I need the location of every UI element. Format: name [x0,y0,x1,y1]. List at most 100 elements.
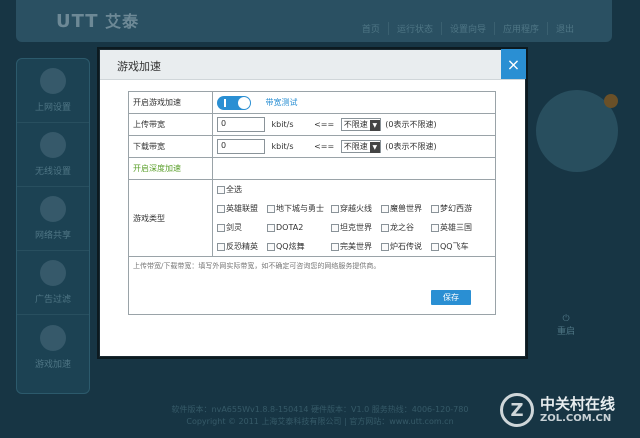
sidebar-item-share[interactable]: 网络共享 [17,187,89,251]
watermark: Z 中关村在线 ZOL.COM.CN [500,388,636,432]
game-label: 坦克世界 [340,223,372,232]
download-unit: kbit/s [271,142,294,151]
game-label: 地下城与勇士 [276,204,324,213]
game-label: 英雄联盟 [226,204,258,213]
chevron-down-icon: ▼ [369,142,380,153]
game-label: 炉石传说 [390,242,422,251]
game-checkbox[interactable]: DOTA2 [267,223,331,232]
upload-unit: kbit/s [271,120,294,129]
upload-note: (0表示不限速) [385,120,437,129]
game-checkbox[interactable]: 坦克世界 [331,222,381,233]
checkbox-icon [431,204,439,213]
download-input[interactable]: 0 [217,139,265,154]
download-select-value: 不限速 [343,142,368,151]
checkbox-icon [431,223,439,232]
sidebar: 上网设置 无线设置 网络共享 广告过滤 游戏加速 [16,58,90,394]
logo: UTT 艾泰 [56,8,139,32]
sidebar-item-label: 无线设置 [34,167,71,177]
game-label: QQ炫舞 [276,242,305,251]
upload-label: 上传带宽 [128,113,213,136]
checkbox-icon [431,242,439,251]
chevron-down-icon: ▼ [369,120,380,131]
game-checkbox[interactable]: 完美世界 [331,241,381,252]
sidebar-item-adfilter[interactable]: 广告过滤 [17,251,89,315]
reboot-label: 重启 [556,327,575,337]
nav-logout[interactable]: 退出 [546,22,582,35]
checkbox-icon [217,223,225,232]
checkbox-icon [267,204,275,213]
download-limit-select[interactable]: 不限速 ▼ [340,140,381,153]
reboot-button[interactable]: ⏻ 重启 [552,314,580,337]
game-checkbox[interactable]: 炉石传说 [381,241,431,252]
game-list: 全选 英雄联盟 地下城与勇士 穿越火线 魔兽世界 梦幻西游 剑灵 DOTA2 坦… [212,179,496,257]
game-checkbox[interactable]: 龙之谷 [381,222,431,233]
game-type-label: 游戏类型 [128,179,213,257]
settings-table: 开启游戏加速 带宽测试 上传带宽 0 kbit/s <== 不限速 ▼ (0表示不… [128,91,496,315]
bandwidth-test-link[interactable]: 带宽测试 [266,98,298,107]
game-checkbox[interactable]: QQ飞车 [431,241,481,252]
enable-label: 开启游戏加速 [128,91,213,114]
dialog-title: 游戏加速 [117,60,161,73]
game-label: 穿越火线 [340,204,372,213]
game-checkbox[interactable]: 魔兽世界 [381,203,431,214]
watermark-domain: ZOL.COM.CN [540,413,612,424]
top-nav: 首页 运行状态 设置向导 应用程序 退出 [354,22,582,35]
game-checkbox[interactable]: 英雄三国 [431,222,481,233]
sidebar-item-label: 游戏加速 [34,359,71,370]
game-label: QQ飞车 [440,242,469,251]
close-button[interactable]: × [501,49,526,79]
hint-text: 上传带宽/下载带宽：填写外网实际带宽，如不确定可咨询您的网络服务提供商。 [133,262,381,270]
game-checkbox[interactable]: 地下城与勇士 [267,203,331,214]
game-checkbox[interactable]: QQ炫舞 [267,241,331,252]
game-checkbox[interactable]: 穿越火线 [331,203,381,214]
checkbox-icon [331,242,339,251]
select-all-checkbox[interactable]: 全选 [217,184,267,195]
checkbox-icon [331,204,339,213]
top-bar: UTT 艾泰 首页 运行状态 设置向导 应用程序 退出 [16,0,612,42]
checkbox-icon [267,242,275,251]
gamepad-icon [40,324,66,351]
nav-status[interactable]: 运行状态 [387,22,441,35]
select-all-label: 全选 [226,185,242,194]
game-accel-dialog: 游戏加速 × 开启游戏加速 带宽测试 上传带宽 0 kbit/s <== 不限速… [99,49,526,357]
checkbox-icon [381,204,389,213]
game-checkbox[interactable]: 梦幻西游 [431,203,481,214]
game-checkbox[interactable]: 英雄联盟 [217,203,267,214]
nav-wizard[interactable]: 设置向导 [440,22,494,35]
sidebar-item-label: 广告过滤 [34,295,71,305]
save-button[interactable]: 保存 [431,290,471,305]
enable-toggle[interactable] [217,95,251,110]
checkbox-icon [267,223,275,232]
game-checkbox[interactable]: 反恐精英 [217,241,267,252]
hint-row: 上传带宽/下载带宽：填写外网实际带宽，如不确定可咨询您的网络服务提供商。 [128,256,496,315]
upload-select-value: 不限速 [343,120,368,129]
logo-mark: UTT [56,11,99,32]
game-label: 龙之谷 [390,223,414,232]
sidebar-item-label: 上网设置 [34,103,71,113]
sidebar-item-wireless[interactable]: 无线设置 [17,123,89,187]
deep-accel-link[interactable]: 开启深度加速 [128,157,213,180]
game-label: 魔兽世界 [390,204,422,213]
game-checkbox[interactable]: 剑灵 [217,222,267,233]
checkbox-icon [217,242,225,251]
wifi-icon [40,132,66,158]
checkbox-icon [217,185,225,194]
sidebar-item-internet[interactable]: 上网设置 [17,59,89,123]
power-icon: ⏻ [562,314,570,324]
checkbox-icon [381,242,389,251]
watermark-brand: 中关村在线 [540,395,616,413]
alert-badge-icon [604,94,618,108]
sidebar-item-game[interactable]: 游戏加速 [17,315,89,379]
logo-text: 艾泰 [105,12,140,31]
upload-input[interactable]: 0 [217,117,265,132]
game-label: 剑灵 [226,223,242,232]
nav-home[interactable]: 首页 [354,22,388,35]
dialog-header: 游戏加速 × [100,49,526,80]
game-label: 英雄三国 [440,223,472,232]
checkbox-icon [217,204,225,213]
download-label: 下载带宽 [128,135,213,158]
router-status-panel [528,80,624,330]
download-note: (0表示不限速) [385,142,437,151]
nav-apps[interactable]: 应用程序 [493,22,547,35]
upload-limit-select[interactable]: 不限速 ▼ [340,118,381,131]
